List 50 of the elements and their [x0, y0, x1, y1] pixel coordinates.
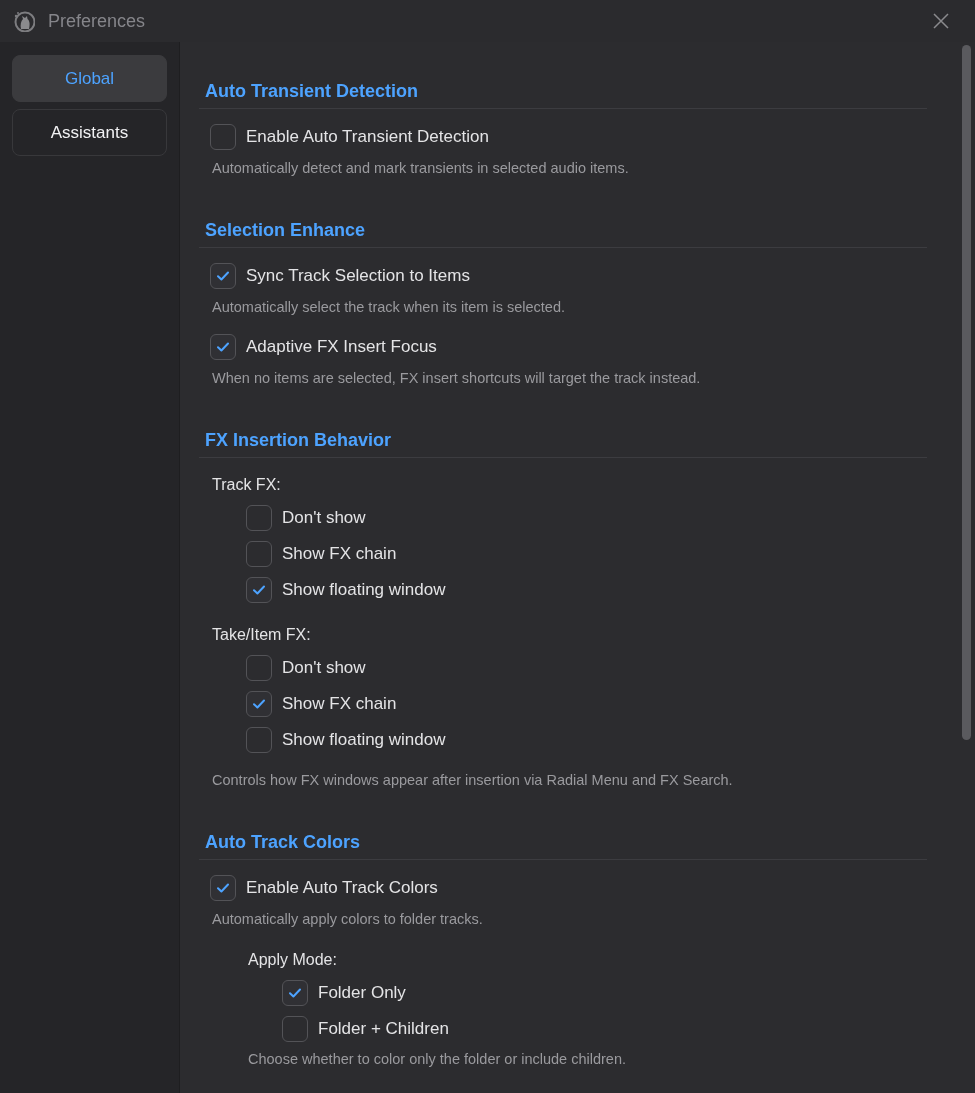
- checkbox[interactable]: [246, 655, 272, 681]
- option-description: When no items are selected, FX insert shortcuts will target the track instead.: [212, 370, 701, 386]
- section-heading: FX Insertion Behavior: [204, 429, 393, 452]
- animal-logo-icon: [13, 10, 35, 32]
- checkbox[interactable]: [210, 875, 236, 901]
- checkbox[interactable]: [246, 505, 272, 531]
- close-icon: [933, 13, 949, 29]
- checkbox[interactable]: [282, 1016, 308, 1042]
- section-heading: Selection Enhance: [204, 219, 367, 242]
- group-label: Take/Item FX:: [212, 626, 311, 644]
- checkbox[interactable]: [210, 124, 236, 150]
- checkmark-icon: [253, 699, 265, 709]
- window-title: Preferences: [48, 10, 146, 32]
- checkbox-label[interactable]: Enable Auto Transient Detection: [246, 127, 489, 147]
- checkbox-label[interactable]: Sync Track Selection to Items: [246, 266, 470, 286]
- section-note: Choose whether to color only the folder or include children.: [248, 1051, 627, 1067]
- checkbox[interactable]: [282, 980, 308, 1006]
- checkbox-label[interactable]: Folder + Children: [318, 1019, 449, 1039]
- close-button[interactable]: [933, 13, 949, 29]
- option-description: Automatically select the track when its item is selected.: [212, 299, 565, 315]
- sidebar-tab[interactable]: Global: [12, 55, 167, 102]
- checkbox[interactable]: [246, 691, 272, 717]
- checkmark-icon: [289, 988, 301, 998]
- section-note: Controls how FX windows appear after insertion via Radial Menu and FX Search.: [212, 772, 733, 788]
- checkbox-label[interactable]: Enable Auto Track Colors: [246, 878, 438, 898]
- checkbox-label[interactable]: Don't show: [282, 658, 366, 678]
- checkbox-label[interactable]: Show floating window: [282, 730, 446, 750]
- section-heading: Auto Transient Detection: [204, 80, 420, 103]
- scrollbar-thumb[interactable]: [962, 45, 971, 740]
- checkbox[interactable]: [246, 541, 272, 567]
- group-label: Apply Mode:: [248, 951, 337, 969]
- checkbox-label[interactable]: Show FX chain: [282, 694, 397, 714]
- checkbox-label[interactable]: Don't show: [282, 508, 366, 528]
- section-heading: Auto Track Colors: [204, 831, 362, 854]
- checkbox-label[interactable]: Adaptive FX Insert Focus: [246, 337, 437, 357]
- group-label: Track FX:: [212, 476, 281, 494]
- checkmark-icon: [217, 883, 229, 893]
- option-description: Automatically apply colors to folder tracks.: [212, 911, 483, 927]
- checkbox-label[interactable]: Folder Only: [318, 983, 406, 1003]
- option-description: Automatically detect and mark transients in selected audio items.: [212, 160, 629, 176]
- checkmark-icon: [217, 342, 229, 352]
- checkbox-label[interactable]: Show FX chain: [282, 544, 397, 564]
- checkbox[interactable]: [246, 577, 272, 603]
- checkbox[interactable]: [210, 263, 236, 289]
- checkbox[interactable]: [246, 727, 272, 753]
- sidebar-tab[interactable]: Assistants: [12, 109, 167, 156]
- checkbox[interactable]: [210, 334, 236, 360]
- checkbox-label[interactable]: Show floating window: [282, 580, 446, 600]
- checkmark-icon: [253, 585, 265, 595]
- checkmark-icon: [217, 271, 229, 281]
